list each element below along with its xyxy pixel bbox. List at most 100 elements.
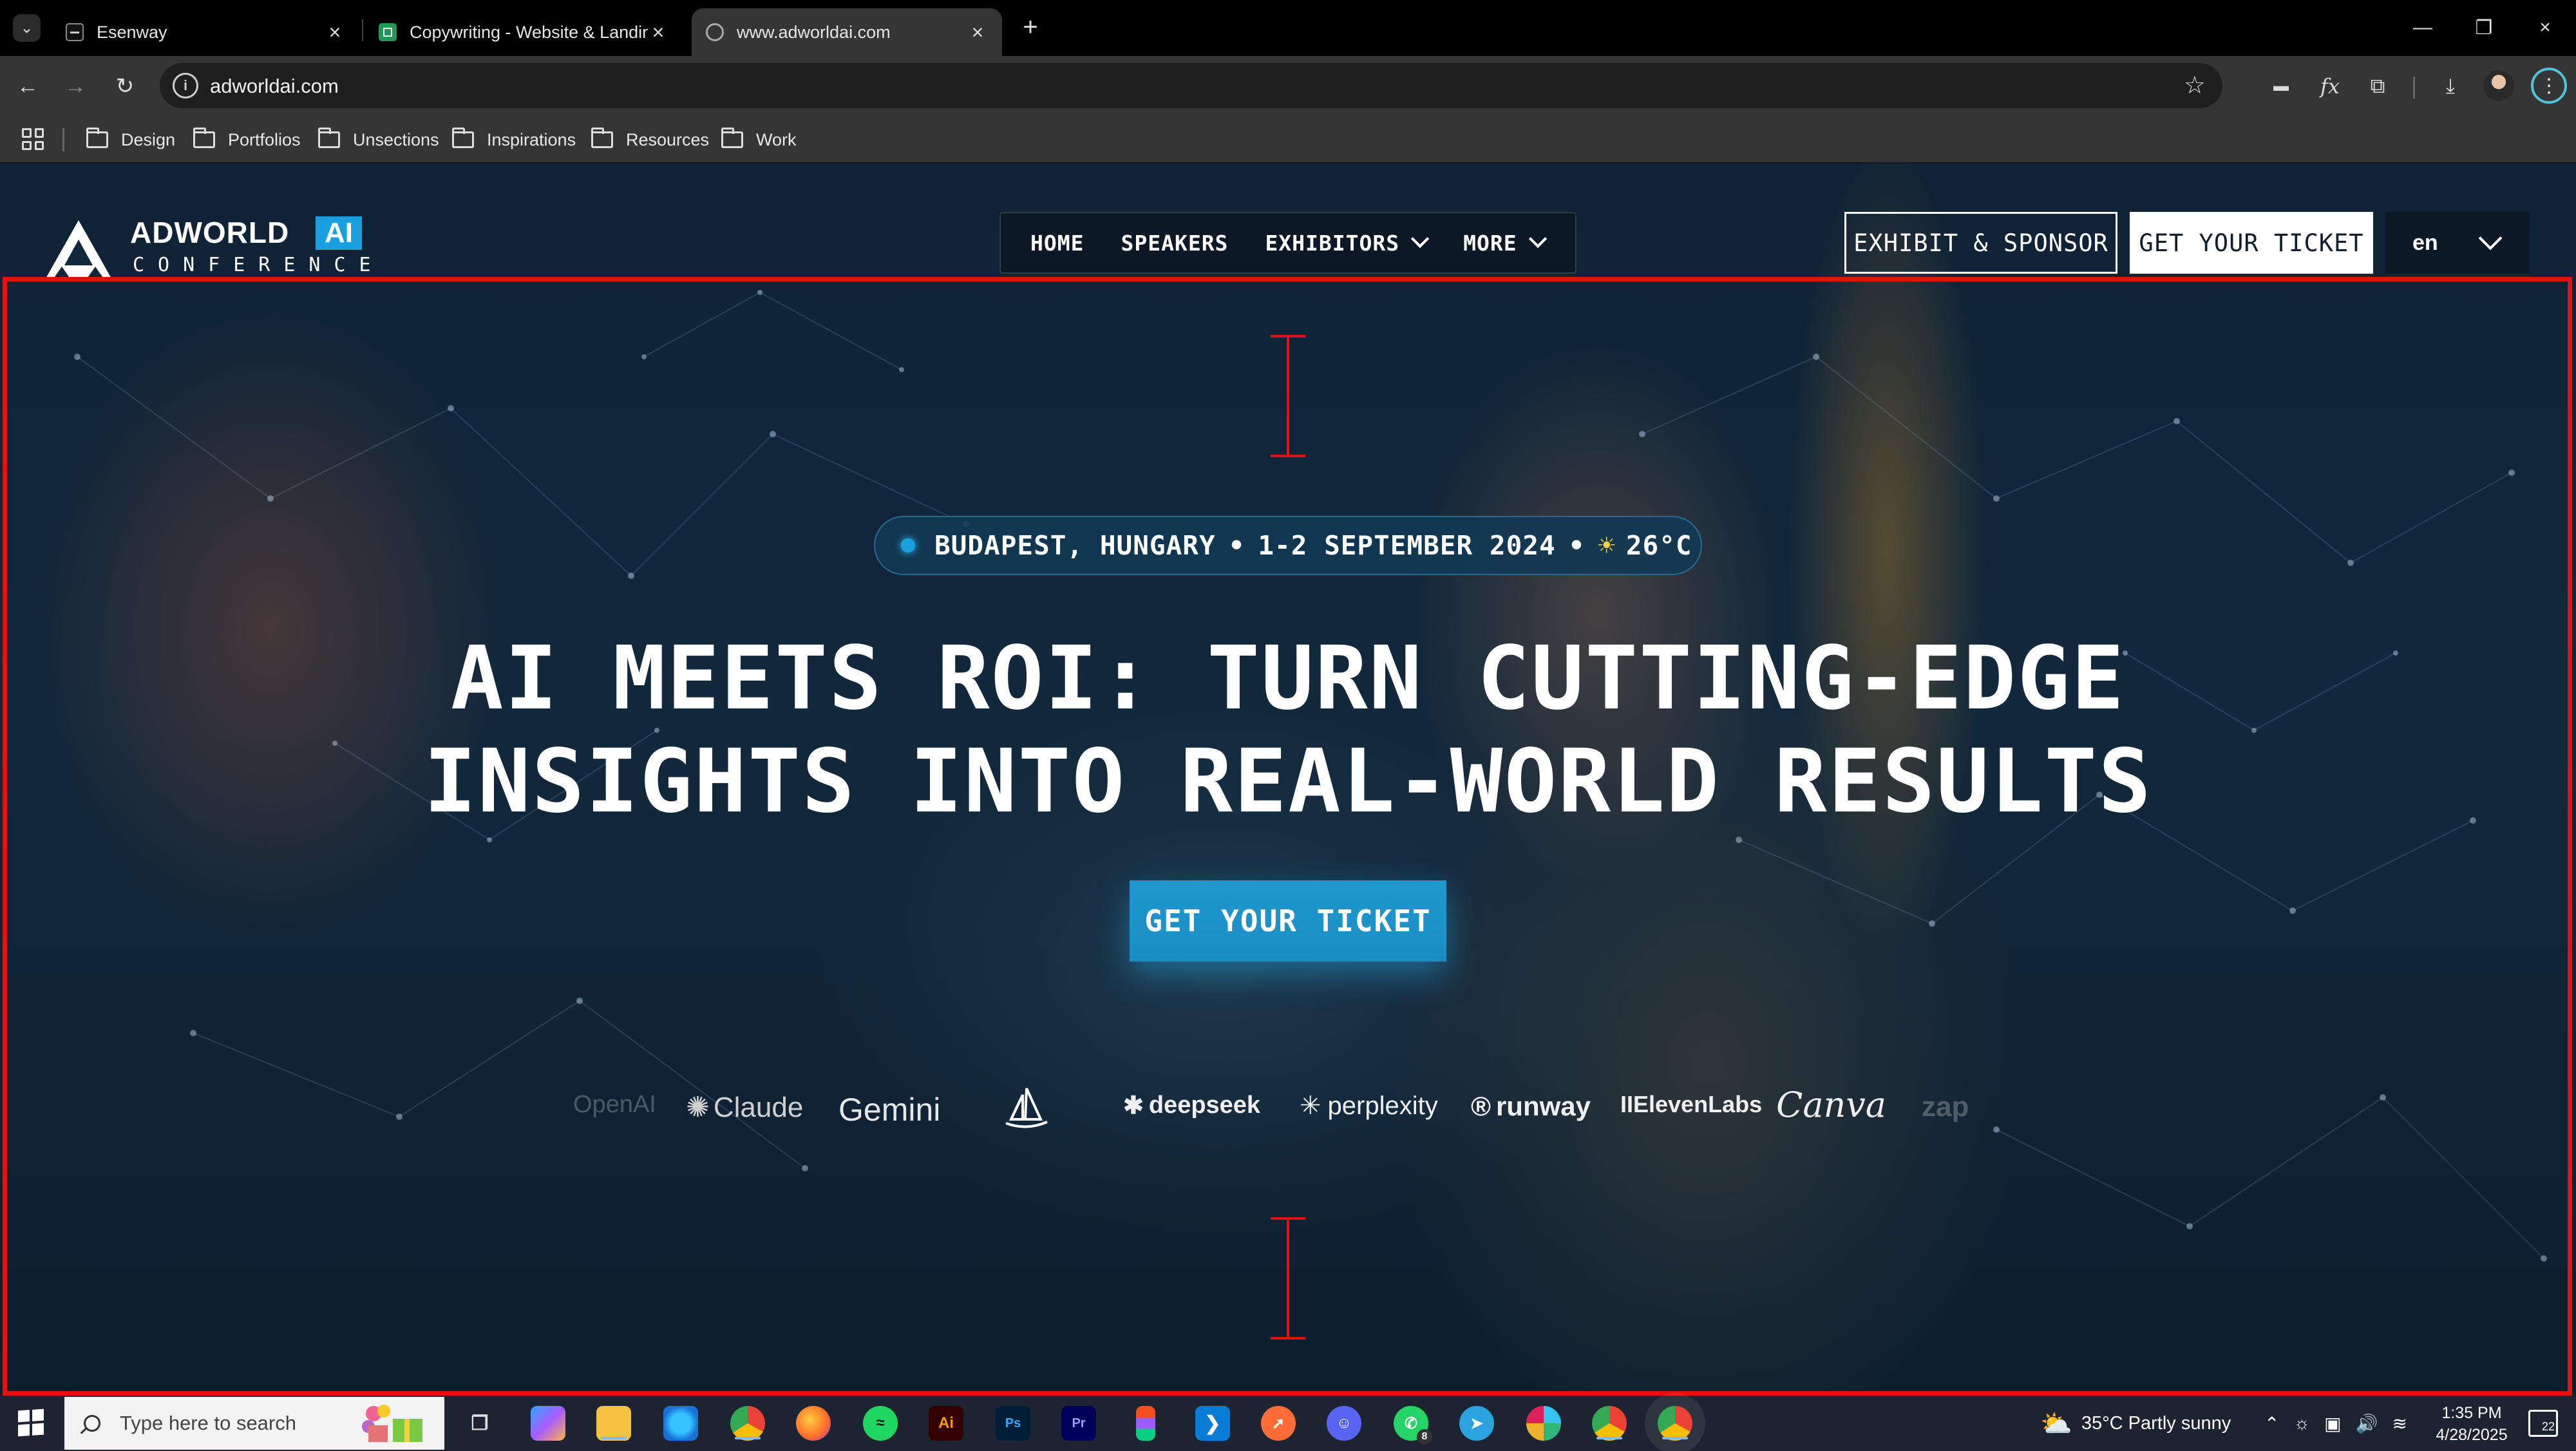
adworld-ai-logo[interactable]: ADWORLD AI CONFERENCE	[45, 215, 393, 280]
tab-copywriting[interactable]: Copywriting - Website & Landin ×	[365, 8, 683, 56]
address-bar[interactable]: i adworldai.com ☆	[160, 63, 2222, 108]
chrome-icon[interactable]	[730, 1406, 765, 1441]
reload-icon[interactable]: ↻	[106, 68, 144, 105]
bookmark-label: Portfolios	[228, 129, 301, 149]
slack-icon[interactable]	[1526, 1406, 1561, 1441]
illustrator-icon[interactable]: Ai	[929, 1406, 963, 1441]
notifications-icon[interactable]: 22	[2528, 1410, 2558, 1437]
perplexity-logo: ✳ perplexity	[1300, 1091, 1438, 1121]
system-clock[interactable]: 1:35 PM 4/28/2025	[2420, 1402, 2523, 1446]
tab-esenway[interactable]: Esenway ×	[52, 8, 359, 56]
separator-dot: •	[1568, 530, 1586, 561]
tab-label: Esenway	[97, 22, 167, 42]
copilot-icon[interactable]	[531, 1406, 565, 1441]
download-icon[interactable]: ⤓	[2434, 70, 2467, 102]
formula-extension-icon[interactable]: f𝑥	[2314, 70, 2346, 102]
photoshop-icon[interactable]: Ps	[996, 1406, 1030, 1441]
apps-grid-icon[interactable]	[22, 128, 44, 150]
chrome-active-icon[interactable]	[1658, 1406, 1692, 1441]
language-select[interactable]: en	[2385, 212, 2530, 274]
postman-icon[interactable]: ➚	[1261, 1406, 1296, 1441]
minimize-icon[interactable]: —	[2400, 12, 2445, 44]
nav-label: EXHIBITORS	[1265, 230, 1400, 256]
edge-icon[interactable]	[663, 1406, 698, 1441]
browser-menu-icon[interactable]: ⋮	[2531, 68, 2567, 104]
browser-toolbar: ← → ↻ i adworldai.com ☆ ▬ f𝑥 ⧉ ⤓ ⋮	[0, 56, 2576, 115]
taskbar-search[interactable]: Type here to search	[64, 1397, 444, 1450]
spotify-icon[interactable]: ≈	[863, 1406, 898, 1441]
bookmark-label: Unsections	[353, 129, 439, 149]
bookmarks-divider	[62, 128, 64, 151]
hardware-icon[interactable]: ▣	[2324, 1413, 2341, 1434]
back-icon[interactable]: ←	[9, 68, 46, 105]
hero-headline-line2: INSIGHTS INTO REAL-WORLD RESULTS	[423, 731, 2153, 833]
globe-favicon-icon	[706, 23, 724, 41]
tab-label: www.adworldai.com	[737, 22, 891, 42]
spacing-marker-bottom	[1271, 1217, 1305, 1340]
tab-search-button[interactable]: ⌄	[13, 14, 41, 42]
site-info-icon[interactable]: i	[173, 73, 198, 99]
windows-start-icon[interactable]	[18, 1408, 44, 1437]
search-icon	[84, 1415, 100, 1432]
weather-text: 35°C Partly sunny	[2081, 1412, 2231, 1434]
zapier-logo: zap	[1922, 1091, 1969, 1123]
nav-home[interactable]: HOME	[1030, 231, 1084, 256]
nav-more[interactable]: MORE	[1463, 229, 1547, 256]
nav-speakers[interactable]: SPEAKERS	[1121, 231, 1228, 256]
url-text[interactable]: adworldai.com	[210, 75, 339, 98]
window-close-icon[interactable]: ×	[2523, 12, 2568, 44]
nav-label: HOME	[1030, 230, 1084, 256]
extension-icon[interactable]: ▬	[2265, 70, 2297, 102]
bookmark-design[interactable]: Design	[86, 127, 175, 153]
logo-ai-badge: AI	[316, 216, 362, 250]
tab-label: Copywriting - Website & Landin	[410, 22, 648, 42]
brightness-icon[interactable]: ☼	[2293, 1413, 2310, 1434]
bookmark-unsections[interactable]: Unsections	[318, 127, 439, 153]
event-info-badge: BUDAPEST, HUNGARY • 1-2 SEPTEMBER 2024 •…	[874, 516, 1702, 575]
nav-exhibitors[interactable]: EXHIBITORS	[1265, 229, 1430, 256]
figma-icon[interactable]	[1136, 1406, 1155, 1441]
vscode-icon[interactable]: ❯	[1195, 1406, 1230, 1441]
tray-expand-icon[interactable]: ⌃	[2264, 1413, 2279, 1434]
webpage: ADWORLD AI CONFERENCE HOME SPEAKERS EXHI…	[0, 164, 2576, 1396]
weather-widget[interactable]: ⛅ 35°C Partly sunny	[2040, 1396, 2231, 1451]
logo-wordmark: ADWORLD	[130, 216, 290, 249]
firefox-icon[interactable]	[796, 1406, 831, 1441]
main-nav: HOME SPEAKERS EXHIBITORS MORE	[999, 212, 1577, 274]
volume-icon[interactable]: 🔊	[2356, 1413, 2378, 1434]
telegram-icon[interactable]: ➤	[1459, 1406, 1494, 1441]
chevron-down-icon	[1410, 229, 1430, 249]
hero-headline-line1: AI MEETS ROI: TURN CUTTING-EDGE	[450, 628, 2126, 730]
file-explorer-icon[interactable]	[596, 1406, 631, 1441]
profile-avatar[interactable]	[2483, 70, 2514, 101]
bookmark-portfolios[interactable]: Portfolios	[193, 127, 301, 153]
whatsapp-badge: 8	[1417, 1429, 1432, 1445]
wifi-icon[interactable]: ≋	[2392, 1413, 2407, 1434]
runway-logo-text: runway	[1495, 1091, 1591, 1121]
task-view-icon[interactable]: ❐	[462, 1406, 497, 1441]
new-tab-icon[interactable]: +	[1016, 13, 1045, 41]
adworld-triangle-logo-icon	[45, 220, 112, 280]
discord-icon[interactable]: ☺	[1327, 1406, 1361, 1441]
extensions-puzzle-icon[interactable]: ⧉	[2362, 70, 2394, 102]
tab-adworldai[interactable]: www.adworldai.com ×	[692, 8, 1002, 56]
whatsapp-icon[interactable]: ✆ 8	[1394, 1406, 1432, 1445]
close-tab-icon[interactable]: ×	[325, 21, 345, 44]
bookmark-star-icon[interactable]: ☆	[2184, 71, 2206, 100]
clock-time: 1:35 PM	[2441, 1404, 2502, 1422]
restore-icon[interactable]: ❐	[2461, 12, 2506, 44]
exhibit-sponsor-button[interactable]: EXHIBIT & SPONSOR	[1844, 212, 2117, 274]
folder-icon	[86, 128, 108, 148]
close-tab-icon[interactable]: ×	[967, 21, 988, 44]
bookmark-resources[interactable]: Resources	[591, 127, 709, 153]
premiere-icon[interactable]: Pr	[1061, 1406, 1096, 1441]
forward-icon[interactable]: →	[57, 68, 94, 105]
chrome-profile-icon[interactable]	[1592, 1406, 1627, 1441]
hero-ticket-button[interactable]: GET YOUR TICKET	[1130, 880, 1446, 962]
header-ticket-button[interactable]: GET YOUR TICKET	[2130, 212, 2373, 274]
bookmark-work[interactable]: Work	[721, 127, 797, 153]
canva-logo: Canva	[1776, 1085, 1886, 1125]
bookmark-inspirations[interactable]: Inspirations	[452, 127, 576, 153]
close-tab-icon[interactable]: ×	[648, 21, 668, 44]
deepseek-logo: ✱ deepseek	[1123, 1091, 1260, 1120]
